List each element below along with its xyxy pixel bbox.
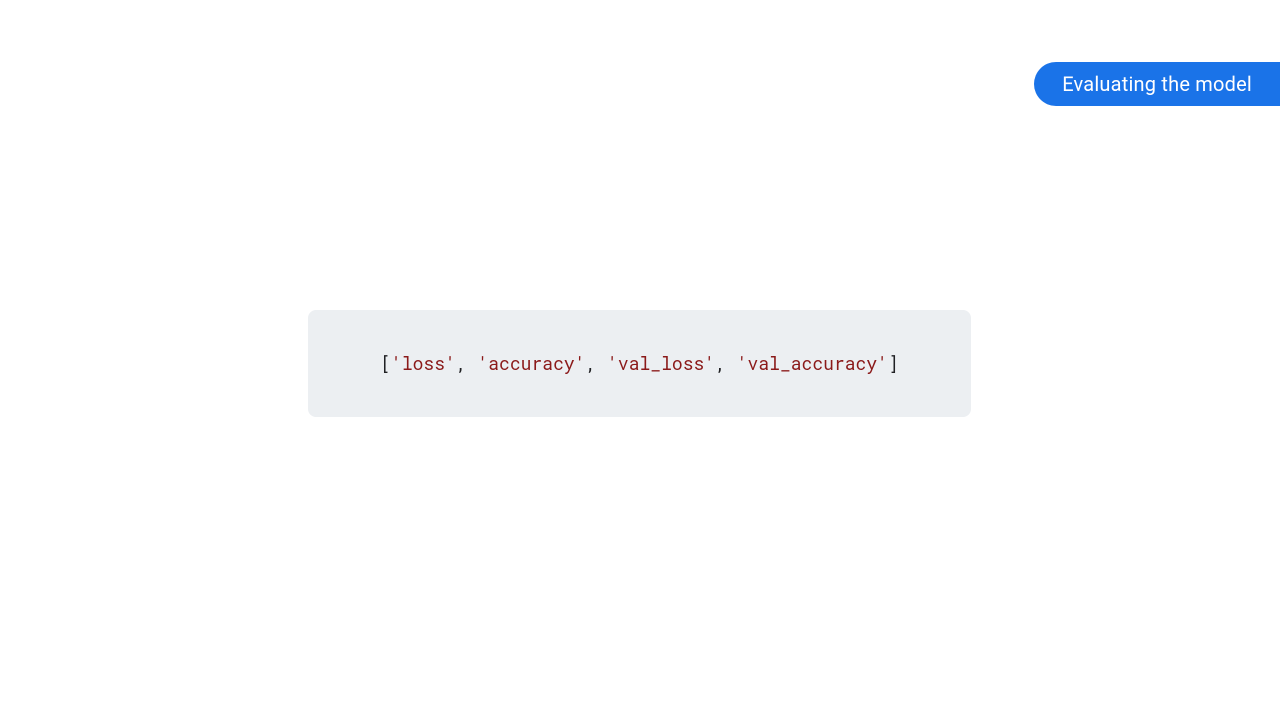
list-item-2: 'accuracy'	[477, 351, 585, 375]
list-item-4: 'val_accuracy'	[737, 351, 888, 375]
list-item-3: 'val_loss'	[607, 351, 715, 375]
list-separator: ,	[585, 351, 607, 375]
close-bracket: ]	[888, 351, 899, 375]
list-separator: ,	[456, 351, 478, 375]
open-bracket: [	[380, 351, 391, 375]
code-output-block: ['loss', 'accuracy', 'val_loss', 'val_ac…	[308, 310, 971, 417]
list-item-1: 'loss'	[391, 351, 456, 375]
list-separator: ,	[715, 351, 737, 375]
section-badge: Evaluating the model	[1034, 62, 1280, 106]
section-badge-text: Evaluating the model	[1062, 72, 1252, 96]
